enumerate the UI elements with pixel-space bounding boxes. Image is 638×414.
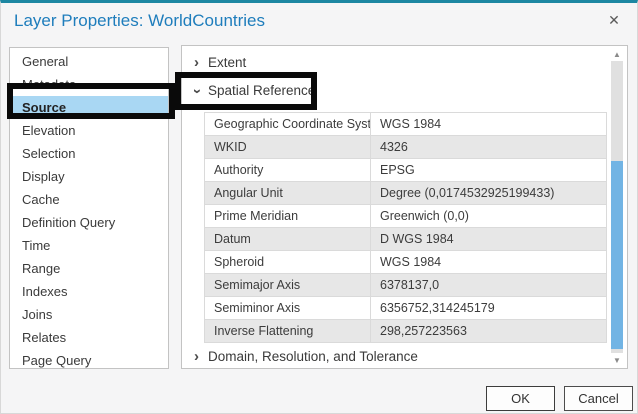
property-name: Semimajor Axis xyxy=(205,274,371,297)
chevron-right-icon: › xyxy=(194,55,199,70)
chevron-down-icon: › xyxy=(190,89,205,94)
sidebar-item-page-query[interactable]: Page Query xyxy=(10,349,168,372)
property-value: 4326 xyxy=(371,136,607,159)
section-spatial-reference[interactable]: › Spatial Reference xyxy=(194,83,315,98)
table-row: Prime Meridian Greenwich (0,0) xyxy=(205,205,607,228)
table-row: WKID 4326 xyxy=(205,136,607,159)
table-row: Angular Unit Degree (0,0174532925199433) xyxy=(205,182,607,205)
sidebar-item-display[interactable]: Display xyxy=(10,165,168,188)
table-row: Semiminor Axis 6356752,314245179 xyxy=(205,297,607,320)
table-row: Authority EPSG xyxy=(205,159,607,182)
sidebar-item-range[interactable]: Range xyxy=(10,257,168,280)
property-value: WGS 1984 xyxy=(371,251,607,274)
section-extent-label: Extent xyxy=(208,55,246,70)
property-name: Authority xyxy=(205,159,371,182)
sidebar-item-source[interactable]: Source xyxy=(10,96,168,119)
table-row: Semimajor Axis 6378137,0 xyxy=(205,274,607,297)
table-row: Geographic Coordinate System WGS 1984 xyxy=(205,113,607,136)
property-value: Degree (0,0174532925199433) xyxy=(371,182,607,205)
property-name: Geographic Coordinate System xyxy=(205,113,371,136)
property-value: 6356752,314245179 xyxy=(371,297,607,320)
sidebar-item-definition-query[interactable]: Definition Query xyxy=(10,211,168,234)
property-name: Datum xyxy=(205,228,371,251)
section-domain-label: Domain, Resolution, and Tolerance xyxy=(208,349,418,364)
sidebar-item-joins[interactable]: Joins xyxy=(10,303,168,326)
property-name: Spheroid xyxy=(205,251,371,274)
spatial-reference-table: Geographic Coordinate System WGS 1984 WK… xyxy=(204,112,607,343)
section-domain-resolution-tolerance[interactable]: › Domain, Resolution, and Tolerance xyxy=(194,349,418,364)
chevron-right-icon: › xyxy=(194,349,199,364)
sidebar-item-indexes[interactable]: Indexes xyxy=(10,280,168,303)
sidebar-item-selection[interactable]: Selection xyxy=(10,142,168,165)
sidebar-item-metadata[interactable]: Metadata xyxy=(10,73,168,96)
property-name: Prime Meridian xyxy=(205,205,371,228)
table-row: Datum D WGS 1984 xyxy=(205,228,607,251)
property-name: Angular Unit xyxy=(205,182,371,205)
scroll-up-icon[interactable]: ▲ xyxy=(609,49,625,61)
scrollbar-thumb[interactable] xyxy=(611,161,623,349)
sidebar-item-cache[interactable]: Cache xyxy=(10,188,168,211)
property-value: WGS 1984 xyxy=(371,113,607,136)
dialog-title: Layer Properties: WorldCountries xyxy=(14,11,265,31)
table-row: Inverse Flattening 298,257223563 xyxy=(205,320,607,343)
table-row: Spheroid WGS 1984 xyxy=(205,251,607,274)
properties-category-list: General Metadata Source Elevation Select… xyxy=(9,47,169,369)
scroll-down-icon[interactable]: ▼ xyxy=(609,355,625,367)
property-value: EPSG xyxy=(371,159,607,182)
source-properties-panel: › Extent › Spatial Reference Geographic … xyxy=(181,45,628,369)
layer-properties-dialog: Layer Properties: WorldCountries ✕ Gener… xyxy=(0,0,638,414)
section-spatial-reference-label: Spatial Reference xyxy=(208,83,315,98)
sidebar-item-time[interactable]: Time xyxy=(10,234,168,257)
property-name: Inverse Flattening xyxy=(205,320,371,343)
sidebar-item-relates[interactable]: Relates xyxy=(10,326,168,349)
property-value: 6378137,0 xyxy=(371,274,607,297)
sidebar-item-general[interactable]: General xyxy=(10,50,168,73)
property-value: 298,257223563 xyxy=(371,320,607,343)
cancel-button[interactable]: Cancel xyxy=(564,386,633,411)
close-icon[interactable]: ✕ xyxy=(605,12,623,29)
ok-button[interactable]: OK xyxy=(486,386,555,411)
property-name: WKID xyxy=(205,136,371,159)
property-name: Semiminor Axis xyxy=(205,297,371,320)
property-value: Greenwich (0,0) xyxy=(371,205,607,228)
property-value: D WGS 1984 xyxy=(371,228,607,251)
section-extent[interactable]: › Extent xyxy=(194,55,246,70)
sidebar-item-elevation[interactable]: Elevation xyxy=(10,119,168,142)
